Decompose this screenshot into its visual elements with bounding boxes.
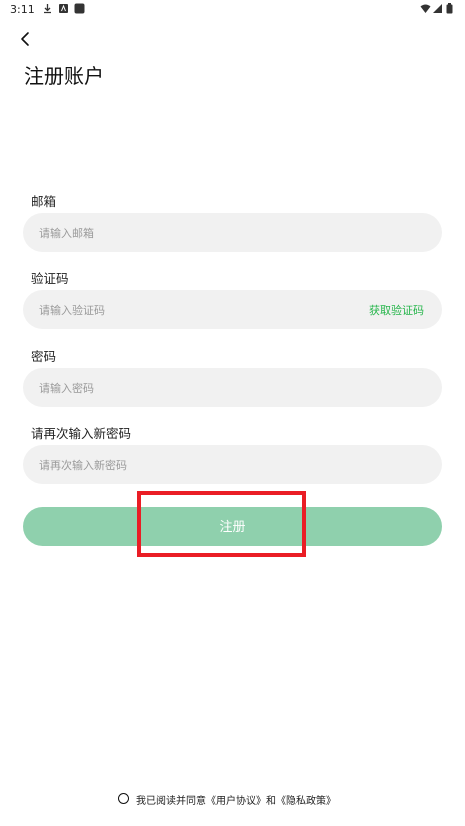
password-placeholder: 请输入密码: [39, 382, 94, 395]
status-bar: 3:11: [0, 0, 465, 22]
email-label: 邮箱: [31, 194, 57, 209]
a-box-icon: [59, 4, 68, 13]
wifi-icon: [420, 4, 431, 13]
agreement-radio[interactable]: [118, 793, 129, 804]
email-placeholder: 请输入邮箱: [39, 227, 94, 240]
confirm-password-placeholder: 请再次输入新密码: [39, 459, 127, 472]
password-field[interactable]: 请输入密码: [23, 368, 442, 407]
battery-icon: [446, 3, 453, 14]
email-field[interactable]: 请输入邮箱: [23, 213, 442, 252]
password-label: 密码: [31, 349, 57, 364]
confirm-password-field[interactable]: 请再次输入新密码: [23, 445, 442, 484]
code-label: 验证码: [31, 271, 69, 286]
back-button[interactable]: [16, 28, 38, 50]
agreement-text[interactable]: 我已阅读并同意《用户协议》和《隐私政策》: [136, 792, 336, 807]
code-placeholder: 请输入验证码: [39, 304, 105, 317]
get-code-button[interactable]: 获取验证码: [369, 302, 424, 318]
agreement-row: 我已阅读并同意《用户协议》和《隐私政策》: [118, 792, 348, 807]
code-field[interactable]: 请输入验证码 获取验证码: [23, 290, 442, 329]
highlight-box: [137, 491, 306, 557]
page-title: 注册账户: [24, 64, 104, 88]
status-time: 3:11: [10, 3, 35, 16]
download-icon: [44, 4, 51, 14]
square-icon: [74, 3, 85, 14]
signal-icon: [433, 4, 442, 13]
confirm-password-label: 请再次输入新密码: [31, 426, 132, 441]
chevron-left-icon: [21, 32, 29, 46]
